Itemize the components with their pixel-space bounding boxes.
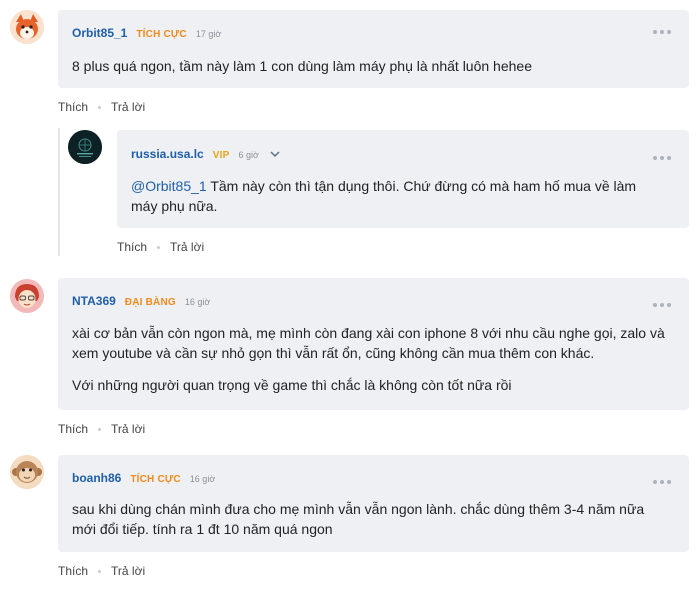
avatar-boanh86[interactable] [10, 455, 44, 489]
user-rank-badge: VIP [212, 150, 230, 161]
comment-paragraph-2: Với những người quan trọng về game thì c… [72, 377, 512, 393]
avatar-orbit85[interactable] [10, 10, 44, 44]
comment-time[interactable]: 6 giờ [238, 150, 258, 160]
separator-dot [157, 245, 161, 249]
separator-dot [98, 569, 102, 573]
comment-time[interactable]: 16 giờ [185, 297, 210, 307]
avatar-nta369[interactable] [10, 279, 44, 313]
reply-button[interactable]: Trả lời [111, 100, 145, 114]
like-button[interactable]: Thích [58, 100, 88, 114]
separator-dot [98, 427, 102, 431]
comment-paragraph: @Orbit85_1 Tầm này còn thì tận dụng thôi… [131, 176, 665, 216]
chevron-down-icon[interactable] [270, 150, 280, 161]
mention-link[interactable]: @Orbit85_1 [131, 178, 207, 194]
comment-actions: Thích Trả lời [58, 100, 145, 114]
comment-paragraph: sau khi dùng chán mình đưa cho mẹ mình v… [72, 501, 645, 537]
comment-text: 8 plus quá ngon, tầm này làm 1 con dùng … [72, 56, 665, 76]
comment-bubble: boanh86 TÍCH CỰC 16 giờ sau khi dùng chá… [58, 455, 689, 552]
reply-button[interactable]: Trả lời [170, 240, 204, 254]
more-dots-icon[interactable] [653, 480, 671, 484]
comment-text: sau khi dùng chán mình đưa cho mẹ mình v… [72, 499, 665, 539]
comment-time[interactable]: 16 giờ [190, 474, 215, 484]
username-link[interactable]: NTA369 [72, 294, 116, 308]
username-link[interactable]: boanh86 [72, 471, 121, 485]
reply-button[interactable]: Trả lời [111, 564, 145, 578]
comment-bubble: russia.usa.lc VIP 6 giờ @Orbit85_1 Tầm n… [117, 130, 689, 228]
user-rank-badge: TÍCH CỰC [130, 474, 181, 485]
comment-actions: Thích Trả lời [117, 240, 204, 254]
user-rank-badge: TÍCH CỰC [136, 29, 187, 40]
reply-button[interactable]: Trả lời [111, 422, 145, 436]
separator-dot [98, 105, 102, 109]
comment-time[interactable]: 17 giờ [196, 29, 221, 39]
redhead-avatar-icon [10, 279, 44, 313]
user-rank-badge: ĐẠI BÀNG [124, 297, 176, 308]
comment-paragraph: xài cơ bản vẫn còn ngon mà, mẹ mình còn … [72, 325, 665, 361]
fox-avatar-icon [10, 10, 44, 44]
more-dots-icon[interactable] [653, 156, 671, 160]
comment-paragraph-text: Tầm này còn thì tận dụng thôi. Chứ đừng … [131, 178, 637, 214]
username-link[interactable]: russia.usa.lc [131, 147, 204, 161]
dark-logo-avatar-icon [68, 130, 102, 164]
username-link[interactable]: Orbit85_1 [72, 26, 127, 40]
comment-paragraph: 8 plus quá ngon, tầm này làm 1 con dùng … [72, 58, 532, 74]
comment-actions: Thích Trả lời [58, 422, 145, 436]
comment-text: @Orbit85_1 Tầm này còn thì tận dụng thôi… [131, 176, 665, 216]
like-button[interactable]: Thích [58, 422, 88, 436]
like-button[interactable]: Thích [117, 240, 147, 254]
comment-bubble: Orbit85_1 TÍCH CỰC 17 giờ 8 plus quá ngo… [58, 10, 689, 88]
like-button[interactable]: Thích [58, 564, 88, 578]
reply-thread-line [58, 128, 60, 256]
more-dots-icon[interactable] [653, 303, 671, 307]
comment-bubble: NTA369 ĐẠI BÀNG 16 giờ xài cơ bản vẫn cò… [58, 278, 689, 410]
monkey-avatar-icon [10, 455, 44, 489]
comment-actions: Thích Trả lời [58, 564, 145, 578]
more-dots-icon[interactable] [653, 30, 671, 34]
comment-text: xài cơ bản vẫn còn ngon mà, mẹ mình còn … [72, 323, 665, 395]
avatar-russia-usa[interactable] [68, 130, 102, 164]
